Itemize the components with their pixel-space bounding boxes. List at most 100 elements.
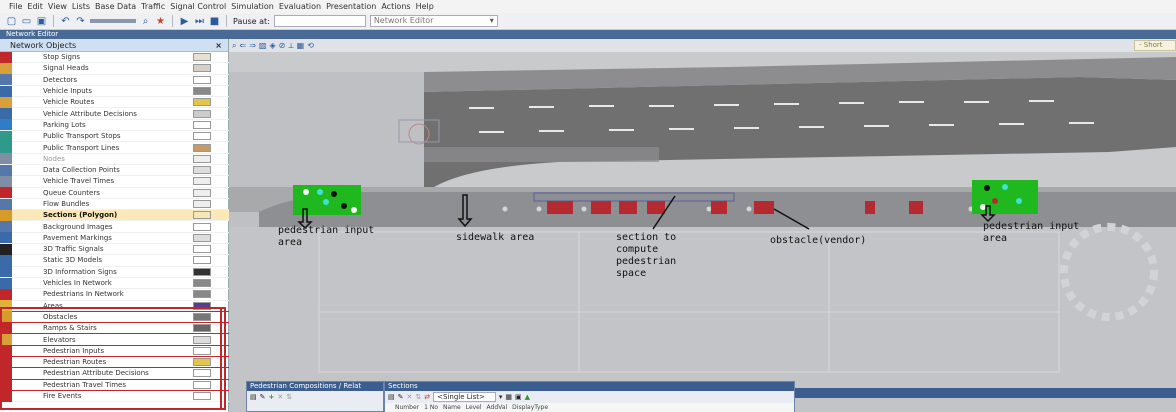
network-object-item[interactable]: Data Collection Points — [0, 164, 229, 177]
network-object-item[interactable]: Vehicles In Network — [0, 277, 229, 290]
style-swatch[interactable] — [193, 279, 211, 288]
list-icon[interactable]: ▤ — [250, 393, 257, 401]
redo-icon[interactable]: ↷ — [75, 16, 86, 27]
list-icon[interactable]: ▤ — [388, 393, 395, 401]
style-swatch[interactable] — [193, 222, 211, 231]
style-swatch[interactable] — [193, 166, 211, 175]
network-object-item[interactable]: Public Transport Stops — [0, 130, 229, 143]
export-icon[interactable]: ▦ — [505, 393, 512, 401]
style-swatch[interactable] — [193, 53, 211, 62]
menu-item[interactable]: Base Data — [95, 2, 136, 11]
network-object-item[interactable]: Vehicle Routes — [0, 96, 229, 109]
delete-icon[interactable]: ✕ — [407, 393, 413, 401]
sections-window[interactable]: Sections ▤ ✎ ✕ ⇅ ⇄ <Single List> ▾ ▦ ▣ ▲… — [384, 381, 795, 412]
network-canvas[interactable]: ⌕ ⇐ ⇒ ▨ ◈ ⊘ ⟂ ▦ ⟲ - Short pedestrian inp… — [229, 39, 1176, 412]
pedestrian-compositions-window[interactable]: Pedestrian Compositions / Relat ▤ ✎ + ✕ … — [246, 381, 384, 412]
style-swatch[interactable] — [193, 98, 211, 107]
style-swatch[interactable] — [193, 177, 211, 186]
style-swatch[interactable] — [193, 75, 211, 84]
style-swatch[interactable] — [193, 233, 211, 242]
menu-item[interactable]: Actions — [381, 2, 410, 11]
network-object-item[interactable]: Sections (Polygon) — [0, 209, 229, 222]
open-file-icon[interactable]: ▭ — [21, 16, 32, 27]
add-icon[interactable]: + — [269, 393, 275, 401]
column-header[interactable]: Name — [443, 403, 461, 412]
menu-item[interactable]: Edit — [27, 2, 43, 11]
network-object-item[interactable]: Nodes — [0, 153, 229, 165]
play-icon[interactable]: ▶ — [179, 16, 190, 27]
network-object-label: 3D Traffic Signals — [43, 245, 104, 254]
network-object-item[interactable]: 3D Information Signs — [0, 266, 229, 278]
network-object-item[interactable]: Background Images — [0, 221, 229, 233]
network-editor-select[interactable]: Network Editor ▾ — [369, 15, 498, 27]
zoom-icon[interactable]: ⌕ — [140, 16, 151, 27]
network-editor-titlebar: Network Editor — [0, 30, 1176, 39]
menu-item[interactable]: File — [9, 2, 22, 11]
object-type-icon — [0, 85, 12, 97]
style-swatch[interactable] — [193, 87, 211, 96]
menu-item[interactable]: Evaluation — [279, 2, 321, 11]
menu-item[interactable]: View — [48, 2, 67, 11]
chevron-down-icon[interactable]: ▾ — [499, 393, 503, 401]
menu-item[interactable]: Lists — [72, 2, 90, 11]
favorite-star-icon[interactable]: ★ — [155, 16, 166, 27]
speed-slider[interactable] — [90, 19, 136, 23]
step-icon[interactable]: ⏭ — [194, 16, 205, 27]
menu-item[interactable]: Simulation — [231, 2, 274, 11]
style-swatch[interactable] — [193, 290, 211, 299]
style-swatch[interactable] — [193, 143, 211, 152]
object-type-icon — [0, 74, 12, 86]
stop-icon[interactable]: ■ — [209, 16, 220, 27]
list-type-select[interactable]: <Single List> — [433, 392, 496, 402]
column-header[interactable]: 1 No — [424, 403, 438, 412]
network-object-item[interactable]: Flow Bundles — [0, 198, 229, 211]
close-icon[interactable]: × — [215, 41, 222, 50]
style-swatch[interactable] — [193, 132, 211, 141]
network-object-item[interactable]: Vehicle Attribute Decisions — [0, 108, 229, 120]
wrench-icon[interactable]: ✎ — [398, 393, 404, 401]
style-swatch[interactable] — [193, 154, 211, 163]
network-object-item[interactable]: Pedestrians In Network — [0, 288, 229, 301]
network-object-item[interactable]: Parking Lots — [0, 119, 229, 132]
column-header[interactable]: AddVal — [487, 403, 508, 412]
wrench-icon[interactable]: ✎ — [260, 393, 266, 401]
network-object-item[interactable]: Signal Heads — [0, 62, 229, 75]
style-swatch[interactable] — [193, 188, 211, 197]
pause-at-input[interactable] — [273, 15, 366, 27]
network-object-item[interactable]: Detectors — [0, 74, 229, 86]
style-swatch[interactable] — [193, 245, 211, 254]
menu-item[interactable]: Traffic — [141, 2, 165, 11]
network-object-item[interactable]: Queue Counters — [0, 187, 229, 199]
network-object-item[interactable]: Vehicle Inputs — [0, 85, 229, 98]
style-swatch[interactable] — [193, 64, 211, 73]
network-object-item[interactable]: Public Transport Lines — [0, 142, 229, 154]
menu-item[interactable]: Presentation — [326, 2, 376, 11]
chart-icon[interactable]: ▲ — [525, 393, 530, 401]
network-object-item[interactable]: Static 3D Models — [0, 255, 229, 267]
menu-item[interactable]: Help — [416, 2, 434, 11]
column-header[interactable]: Level — [466, 403, 482, 412]
style-swatch[interactable] — [193, 120, 211, 129]
new-file-icon[interactable]: ▢ — [6, 16, 17, 27]
network-object-item[interactable]: 3D Traffic Signals — [0, 243, 229, 256]
style-swatch[interactable] — [193, 211, 211, 220]
style-swatch[interactable] — [193, 267, 211, 276]
sort-icon[interactable]: ⇅ — [415, 393, 421, 401]
delete-icon[interactable]: ✕ — [277, 393, 283, 401]
save-icon[interactable]: ▣ — [36, 16, 47, 27]
network-object-item[interactable]: Stop Signs — [0, 51, 229, 64]
network-object-item[interactable]: Pavement Markings — [0, 232, 229, 245]
style-swatch[interactable] — [193, 256, 211, 265]
undo-icon[interactable]: ↶ — [60, 16, 71, 27]
style-swatch[interactable] — [193, 109, 211, 118]
network-object-item[interactable]: Vehicle Travel Times — [0, 175, 229, 188]
save-icon[interactable]: ▣ — [515, 393, 522, 401]
filter-icon[interactable]: ⇄ — [424, 393, 430, 401]
style-swatch[interactable] — [193, 200, 211, 208]
column-header[interactable]: Number — [395, 403, 419, 412]
sections-title: Sections — [385, 382, 794, 391]
menu-item[interactable]: Signal Control — [170, 2, 226, 11]
network-object-label: Signal Heads — [43, 64, 89, 73]
sort-icon[interactable]: ⇅ — [286, 393, 292, 401]
column-header[interactable]: DisplayType — [512, 403, 548, 412]
